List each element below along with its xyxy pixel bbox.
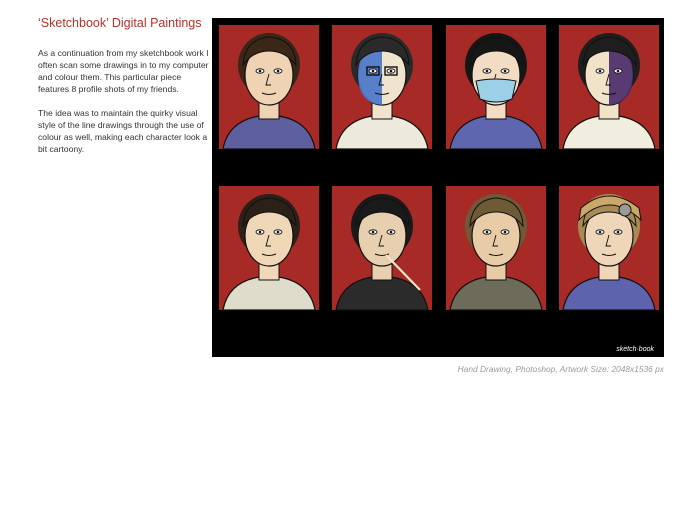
artist-signature: sketch·book bbox=[616, 346, 654, 353]
portrait-panel bbox=[219, 186, 319, 311]
artwork-canvas: sketch·book bbox=[219, 25, 659, 353]
description-paragraph: The idea was to maintain the quirky visu… bbox=[38, 108, 208, 154]
page-title: ‘Sketchbook’ Digital Paintings bbox=[38, 16, 202, 30]
description-paragraph: As a continuation from my sketchbook wor… bbox=[38, 48, 209, 94]
description: As a continuation from my sketchbook wor… bbox=[38, 47, 214, 167]
portrait-panel bbox=[559, 25, 659, 150]
artwork-caption: Hand Drawing, Photoshop, Artwork Size: 2… bbox=[457, 364, 664, 374]
portrait-panel bbox=[332, 25, 432, 150]
portrait-panel bbox=[332, 186, 432, 311]
portrait-panel bbox=[446, 186, 546, 311]
artwork-image: sketch·book bbox=[212, 18, 664, 357]
portrait-panel bbox=[219, 25, 319, 150]
portrait-panel bbox=[559, 186, 659, 311]
portrait-panel bbox=[446, 25, 546, 150]
